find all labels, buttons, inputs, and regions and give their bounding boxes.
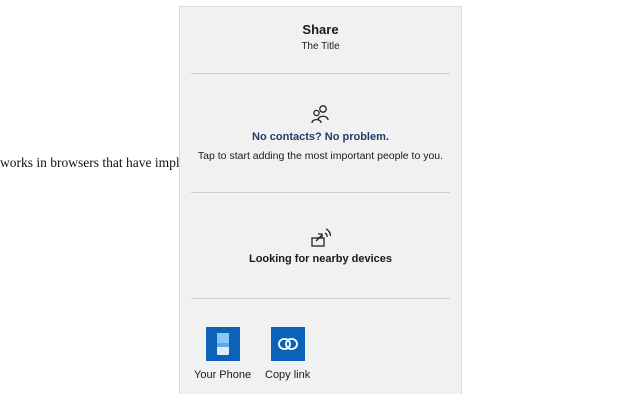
divider <box>191 73 450 74</box>
divider <box>191 192 450 193</box>
share-app-your-phone[interactable]: Your Phone <box>194 327 251 381</box>
share-subtitle: The Title <box>301 41 340 52</box>
nearby-devices-status: Looking for nearby devices <box>248 253 393 265</box>
share-panel: Share The Title No contacts? No problem.… <box>179 6 462 394</box>
no-contacts-heading: No contacts? No problem. <box>252 131 389 143</box>
link-icon <box>270 327 305 361</box>
divider <box>191 298 450 299</box>
share-app-copy-link[interactable]: Copy link <box>265 327 310 381</box>
add-contacts-link[interactable]: Tap to start adding the most important p… <box>180 150 461 162</box>
nearby-share-icon <box>311 228 332 247</box>
your-phone-label: Your Phone <box>194 369 252 381</box>
people-icon[interactable] <box>310 104 330 124</box>
phone-icon <box>205 327 240 361</box>
copy-link-label: Copy link <box>265 369 311 381</box>
background-page-text: works in browsers that have imple <box>0 155 180 170</box>
share-title: Share <box>302 22 339 37</box>
